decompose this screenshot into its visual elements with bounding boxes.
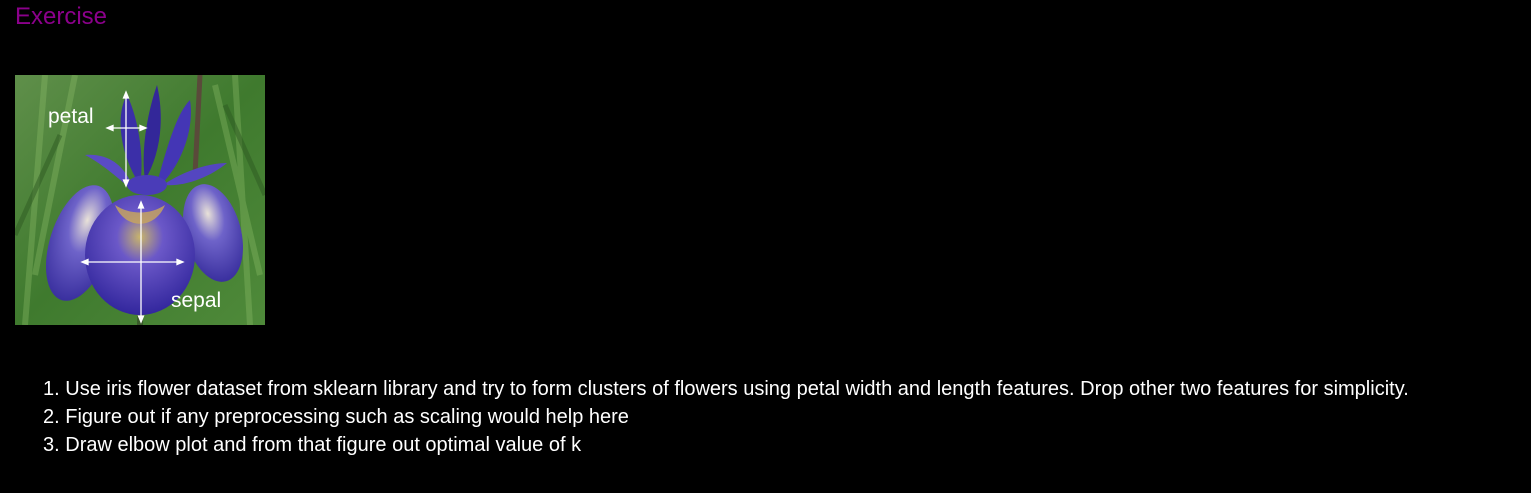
- exercise-heading: Exercise: [15, 3, 108, 30]
- list-item: 1. Use iris flower dataset from sklearn …: [43, 375, 1409, 403]
- task-text: Draw elbow plot and from that figure out…: [65, 434, 582, 456]
- task-number: 2.: [43, 406, 60, 428]
- list-item: 2. Figure out if any preprocessing such …: [43, 403, 1409, 431]
- task-number: 1.: [43, 378, 60, 400]
- task-text: Use iris flower dataset from sklearn lib…: [65, 378, 1409, 400]
- petal-label: petal: [48, 105, 94, 128]
- list-item: 3. Draw elbow plot and from that figure …: [43, 431, 1409, 459]
- task-number: 3.: [43, 434, 60, 456]
- task-list: 1. Use iris flower dataset from sklearn …: [43, 375, 1409, 459]
- task-text: Figure out if any preprocessing such as …: [65, 406, 629, 428]
- sepal-label: sepal: [171, 289, 221, 312]
- iris-flower-image: petal sepal: [15, 75, 265, 325]
